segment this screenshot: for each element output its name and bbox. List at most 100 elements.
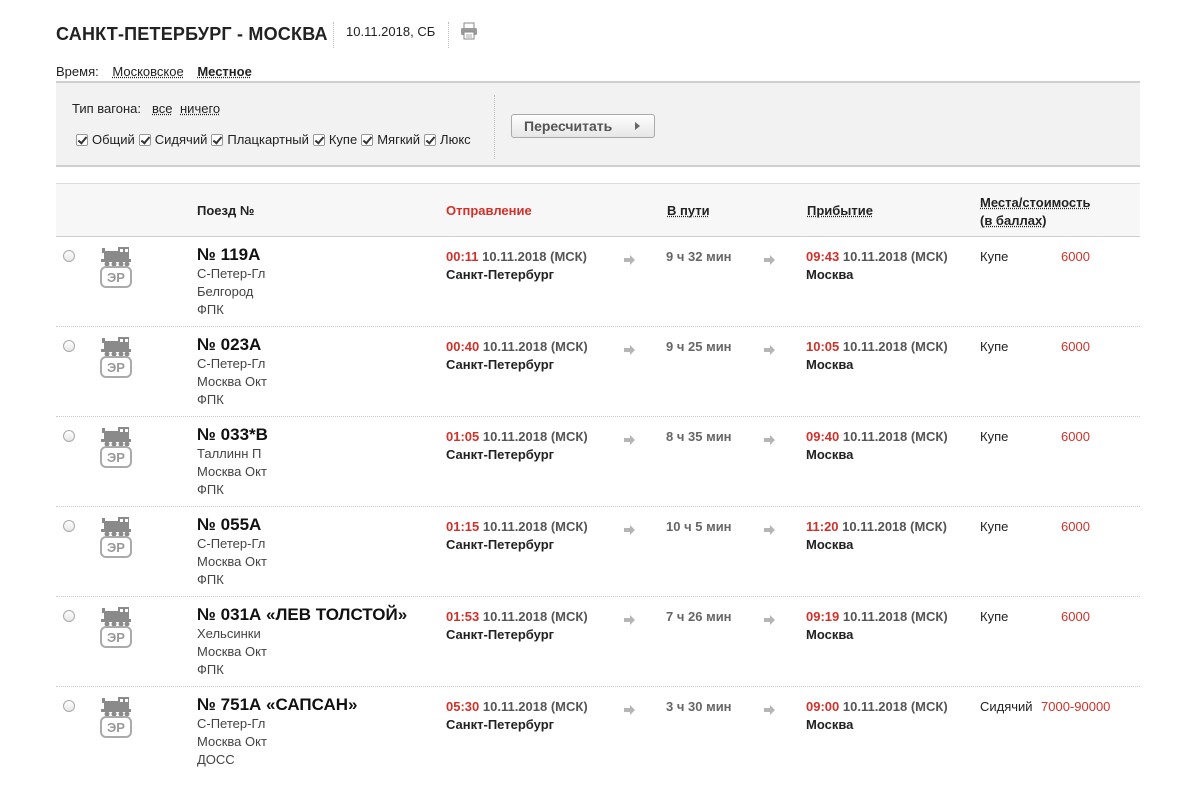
table-row[interactable]: ЭР № 033*В Таллинн П Москва Окт ФПК 01:0… <box>56 417 1140 507</box>
arrival-date: 10.11.2018 (МСК) <box>842 249 948 264</box>
table-row[interactable]: ЭР № 119А С-Петер-Гл Белгород ФПК 00:11 … <box>56 237 1140 327</box>
col-train-header: Поезд № <box>197 203 255 218</box>
car-type: Купе <box>980 429 1009 444</box>
play-arrow-icon <box>635 122 640 130</box>
car-type: Купе <box>980 519 1009 534</box>
loco-badge-text: ЭР <box>107 540 125 555</box>
train-select-radio[interactable] <box>63 430 75 442</box>
train-carrier: ФПК <box>197 482 224 497</box>
table-row[interactable]: ЭР № 031А «ЛЕВ ТОЛСТОЙ» Хельсинки Москва… <box>56 597 1140 687</box>
car-type: Купе <box>980 609 1009 624</box>
checkbox-general-label: Общий <box>92 132 135 147</box>
train-select-radio[interactable] <box>63 250 75 262</box>
train-number: № 751А «САПСАН» <box>197 695 358 714</box>
arrow-right-icon <box>764 703 776 715</box>
checkbox-platzkart-label: Плацкартный <box>227 132 309 147</box>
loco-badge-text: ЭР <box>107 720 125 735</box>
arrival-datetime: 09:43 10.11.2018 (МСК) <box>806 249 948 264</box>
arrow-right-icon <box>764 433 776 445</box>
wagon-filter-panel: Тип вагона: все ничего Общий Сидячий Пла… <box>56 81 1140 167</box>
loco-badge-text: ЭР <box>107 270 125 285</box>
select-none-link[interactable]: ничего <box>180 101 220 116</box>
departure-datetime: 00:40 10.11.2018 (МСК) <box>446 339 588 354</box>
arrow-right-icon <box>624 343 636 355</box>
arrival-datetime: 10:05 10.11.2018 (МСК) <box>806 339 948 354</box>
train-select-radio[interactable] <box>63 610 75 622</box>
checkbox-lux-label: Люкс <box>440 132 471 147</box>
train-carrier: ФПК <box>197 662 224 677</box>
arrival-station: Москва <box>806 357 854 372</box>
travel-duration: 3 ч 30 мин <box>666 699 732 714</box>
train-carrier: ФПК <box>197 572 224 587</box>
train-destination: Москва Окт <box>197 464 267 479</box>
col-seats-header[interactable]: Места/стоимость (в баллах) <box>980 194 1091 230</box>
time-moscow-link[interactable]: Московское <box>112 64 183 79</box>
arrow-right-icon <box>624 433 636 445</box>
locomotive-icon: ЭР <box>100 335 132 379</box>
arrival-station: Москва <box>806 447 854 462</box>
col-departure-header[interactable]: Отправление <box>446 203 532 218</box>
checkbox-general[interactable] <box>76 133 88 146</box>
checkbox-platzkart[interactable] <box>211 133 224 146</box>
select-all-link[interactable]: все <box>152 101 173 116</box>
departure-time: 00:11 <box>446 249 479 264</box>
print-icon[interactable] <box>459 22 479 40</box>
train-origin: С-Петер-Гл <box>197 356 266 371</box>
train-select-radio[interactable] <box>63 340 75 352</box>
arrival-date: 10.11.2018 (МСК) <box>842 339 948 354</box>
arrival-time: 09:43 <box>806 249 840 264</box>
recalculate-label: Пересчитать <box>524 118 613 134</box>
price: 6000 <box>1061 429 1090 444</box>
train-destination: Белгород <box>197 284 254 299</box>
departure-station: Санкт-Петербург <box>446 267 555 282</box>
arrow-right-icon <box>624 703 636 715</box>
page-title: САНКТ-ПЕТЕРБУРГ - МОСКВА <box>56 24 328 44</box>
departure-time: 00:40 <box>446 339 480 354</box>
train-origin: С-Петер-Гл <box>197 266 266 281</box>
departure-date: 10.11.2018 (МСК) <box>482 609 588 624</box>
table-row[interactable]: ЭР № 055А С-Петер-Гл Москва Окт ФПК 01:1… <box>56 507 1140 597</box>
checkbox-seated[interactable] <box>138 133 151 146</box>
loco-badge-text: ЭР <box>107 360 125 375</box>
train-destination: Москва Окт <box>197 644 267 659</box>
checkbox-lux[interactable] <box>424 133 437 146</box>
train-select-radio[interactable] <box>63 520 75 532</box>
checkbox-coupe[interactable] <box>312 133 325 146</box>
locomotive-icon: ЭР <box>100 245 132 289</box>
checkbox-soft[interactable] <box>361 133 374 146</box>
train-carrier: ФПК <box>197 392 224 407</box>
col-travel-time-header[interactable]: В пути <box>667 203 710 218</box>
departure-datetime: 01:15 10.11.2018 (МСК) <box>446 519 588 534</box>
departure-datetime: 05:30 10.11.2018 (МСК) <box>446 699 588 714</box>
table-header: Поезд № Отправление В пути Прибытие Мест… <box>56 183 1140 237</box>
wagon-type-label: Тип вагона: <box>72 101 141 116</box>
table-row[interactable]: ЭР № 023А С-Петер-Гл Москва Окт ФПК 00:4… <box>56 327 1140 417</box>
train-origin: С-Петер-Гл <box>197 716 266 731</box>
train-destination: Москва Окт <box>197 734 267 749</box>
col-arrival-header[interactable]: Прибытие <box>807 203 873 218</box>
wagon-type-checkboxes: Общий Сидячий Плацкартный Купе Мягкий Лю… <box>76 132 475 147</box>
departure-date: 10.11.2018 (МСК) <box>482 519 588 534</box>
divider <box>333 22 334 48</box>
recalculate-button[interactable]: Пересчитать <box>511 114 655 138</box>
arrival-time: 11:20 <box>806 519 839 534</box>
departure-datetime: 01:05 10.11.2018 (МСК) <box>446 429 588 444</box>
train-destination: Москва Окт <box>197 554 267 569</box>
train-carrier: ДОСС <box>197 752 235 767</box>
departure-datetime: 01:53 10.11.2018 (МСК) <box>446 609 588 624</box>
departure-time: 05:30 <box>446 699 480 714</box>
travel-date: 10.11.2018, СБ <box>346 24 436 39</box>
arrow-right-icon <box>624 523 636 535</box>
time-local-link[interactable]: Местное <box>197 64 252 79</box>
locomotive-icon: ЭР <box>100 605 132 649</box>
price: 6000 <box>1061 339 1090 354</box>
arrow-right-icon <box>764 343 776 355</box>
car-type: Купе <box>980 339 1009 354</box>
car-type: Сидячий <box>980 699 1033 714</box>
table-row[interactable]: ЭР № 751А «САПСАН» С-Петер-Гл Москва Окт… <box>56 687 1140 777</box>
checkbox-coupe-label: Купе <box>328 132 358 147</box>
price: 6000 <box>1061 249 1090 264</box>
train-number: № 023А <box>197 335 262 354</box>
train-select-radio[interactable] <box>63 700 75 712</box>
arrival-datetime: 09:00 10.11.2018 (МСК) <box>806 699 948 714</box>
